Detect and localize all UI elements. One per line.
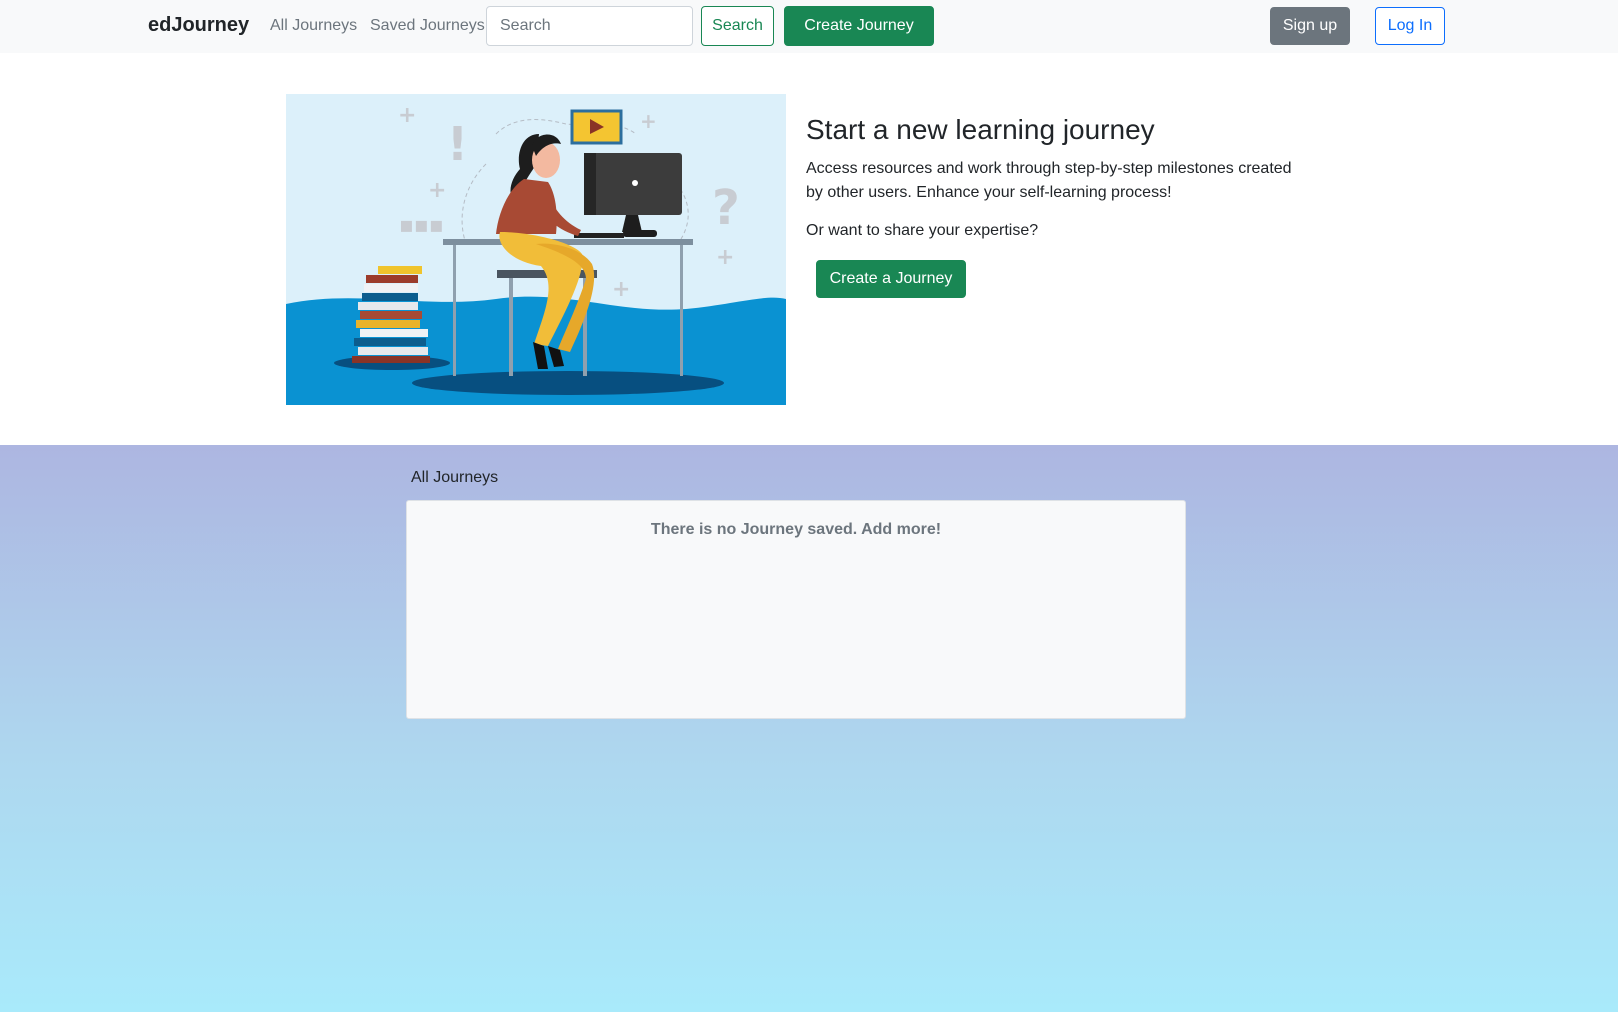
- journeys-section: All Journeys There is no Journey saved. …: [0, 445, 1618, 1012]
- svg-text:▪▪▪: ▪▪▪: [399, 213, 444, 238]
- hero-question: Or want to share your expertise?: [806, 222, 1039, 239]
- svg-text:+: +: [612, 277, 630, 302]
- journeys-list-card: There is no Journey saved. Add more!: [406, 500, 1186, 719]
- nav-link-saved-journeys[interactable]: Saved Journeys: [370, 17, 485, 35]
- create-a-journey-button[interactable]: Create a Journey: [816, 260, 966, 298]
- search-button[interactable]: Search: [701, 6, 774, 46]
- search-input[interactable]: [486, 6, 693, 46]
- svg-text:+: +: [428, 178, 446, 203]
- create-journey-button[interactable]: Create Journey: [784, 6, 934, 46]
- nav-link-all-journeys[interactable]: All Journeys: [270, 17, 357, 35]
- brand-logo[interactable]: edJourney: [148, 14, 249, 37]
- svg-text:+: +: [398, 103, 416, 128]
- empty-state-message: There is no Journey saved. Add more!: [650, 521, 942, 538]
- login-button[interactable]: Log In: [1375, 7, 1445, 45]
- section-label-all-journeys: All Journeys: [411, 469, 499, 486]
- svg-text:+: +: [640, 109, 657, 133]
- svg-text:?: ?: [712, 180, 740, 236]
- signup-button[interactable]: Sign up: [1270, 7, 1350, 45]
- svg-text:+: +: [716, 245, 734, 270]
- hero-title: Start a new learning journey: [806, 114, 1155, 145]
- hero-description: Access resources and work through step-b…: [806, 160, 1292, 201]
- svg-text:!: !: [447, 117, 468, 171]
- navbar: edJourney All Journeys Saved Journeys Se…: [0, 0, 1618, 53]
- hero-illustration: + + + + + ! ? ▪▪▪: [286, 94, 786, 405]
